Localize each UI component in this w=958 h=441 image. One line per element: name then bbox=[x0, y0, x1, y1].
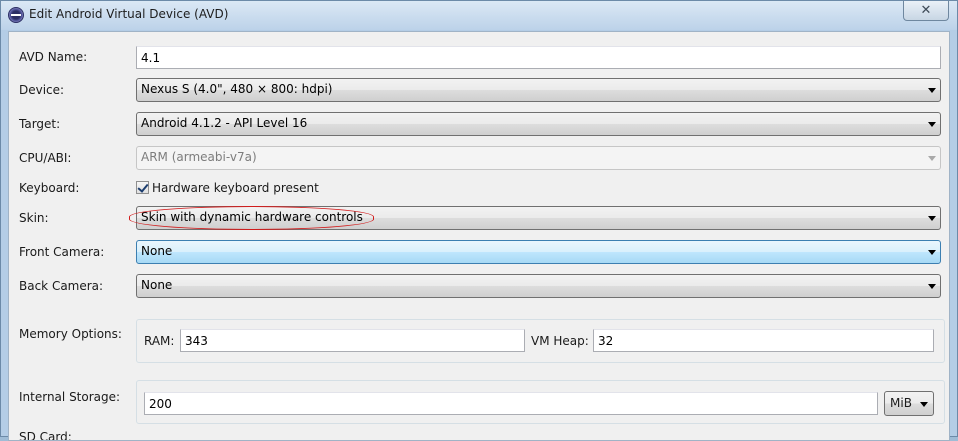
avd-dialog-window: Edit Android Virtual Device (AVD) ✕ AVD … bbox=[0, 0, 958, 441]
skin-dropdown[interactable]: Skin with dynamic hardware controls bbox=[136, 206, 941, 230]
chevron-down-icon bbox=[928, 250, 936, 255]
avd-name-label: AVD Name: bbox=[19, 50, 88, 64]
chevron-down-icon bbox=[928, 216, 936, 221]
front-camera-dropdown[interactable]: None bbox=[136, 240, 941, 264]
device-dropdown[interactable]: Nexus S (4.0", 480 × 800: hdpi) bbox=[136, 78, 941, 102]
cpu-abi-dropdown: ARM (armeabi-v7a) bbox=[136, 146, 941, 170]
storage-unit-dropdown[interactable]: MiB bbox=[884, 391, 934, 416]
window-title: Edit Android Virtual Device (AVD) bbox=[29, 7, 229, 21]
back-camera-label: Back Camera: bbox=[19, 279, 104, 293]
chevron-down-icon bbox=[920, 402, 928, 407]
device-value: Nexus S (4.0", 480 × 800: hdpi) bbox=[141, 82, 333, 96]
memory-options-label: Memory Options: bbox=[19, 327, 122, 341]
chevron-down-icon bbox=[928, 284, 936, 289]
back-camera-value: None bbox=[141, 278, 173, 292]
ram-input[interactable] bbox=[180, 329, 525, 352]
sd-card-label: SD Card: bbox=[19, 430, 72, 440]
eclipse-icon bbox=[8, 7, 24, 23]
skin-label: Skin: bbox=[19, 211, 49, 225]
ram-label: RAM: bbox=[144, 334, 175, 348]
cpu-abi-label: CPU/ABI: bbox=[19, 151, 72, 165]
chevron-down-icon bbox=[928, 122, 936, 127]
title-bar: Edit Android Virtual Device (AVD) ✕ bbox=[1, 1, 957, 30]
hardware-keyboard-checkbox[interactable] bbox=[136, 181, 149, 194]
internal-storage-group: MiB bbox=[136, 380, 945, 424]
back-camera-dropdown[interactable]: None bbox=[136, 274, 941, 298]
chevron-down-icon bbox=[928, 88, 936, 93]
vm-heap-label: VM Heap: bbox=[531, 334, 589, 348]
internal-storage-input[interactable] bbox=[144, 392, 878, 415]
close-button[interactable]: ✕ bbox=[903, 1, 949, 21]
avd-name-input[interactable] bbox=[136, 46, 941, 69]
target-dropdown[interactable]: Android 4.1.2 - API Level 16 bbox=[136, 112, 941, 136]
keyboard-label: Keyboard: bbox=[19, 181, 80, 195]
dialog-body: AVD Name: Device: Nexus S (4.0", 480 × 8… bbox=[8, 31, 950, 441]
target-label: Target: bbox=[19, 117, 61, 131]
memory-options-group: RAM: VM Heap: bbox=[136, 319, 945, 363]
internal-storage-label: Internal Storage: bbox=[19, 390, 121, 404]
cpu-abi-value: ARM (armeabi-v7a) bbox=[141, 150, 257, 164]
vm-heap-input[interactable] bbox=[593, 329, 934, 352]
target-value: Android 4.1.2 - API Level 16 bbox=[141, 116, 308, 130]
storage-unit-value: MiB bbox=[890, 396, 912, 410]
device-label: Device: bbox=[19, 83, 65, 97]
hardware-keyboard-checkbox-label[interactable]: Hardware keyboard present bbox=[152, 181, 319, 195]
front-camera-value: None bbox=[141, 244, 173, 258]
front-camera-label: Front Camera: bbox=[19, 245, 105, 259]
chevron-down-icon bbox=[928, 156, 936, 161]
skin-value: Skin with dynamic hardware controls bbox=[141, 210, 363, 224]
